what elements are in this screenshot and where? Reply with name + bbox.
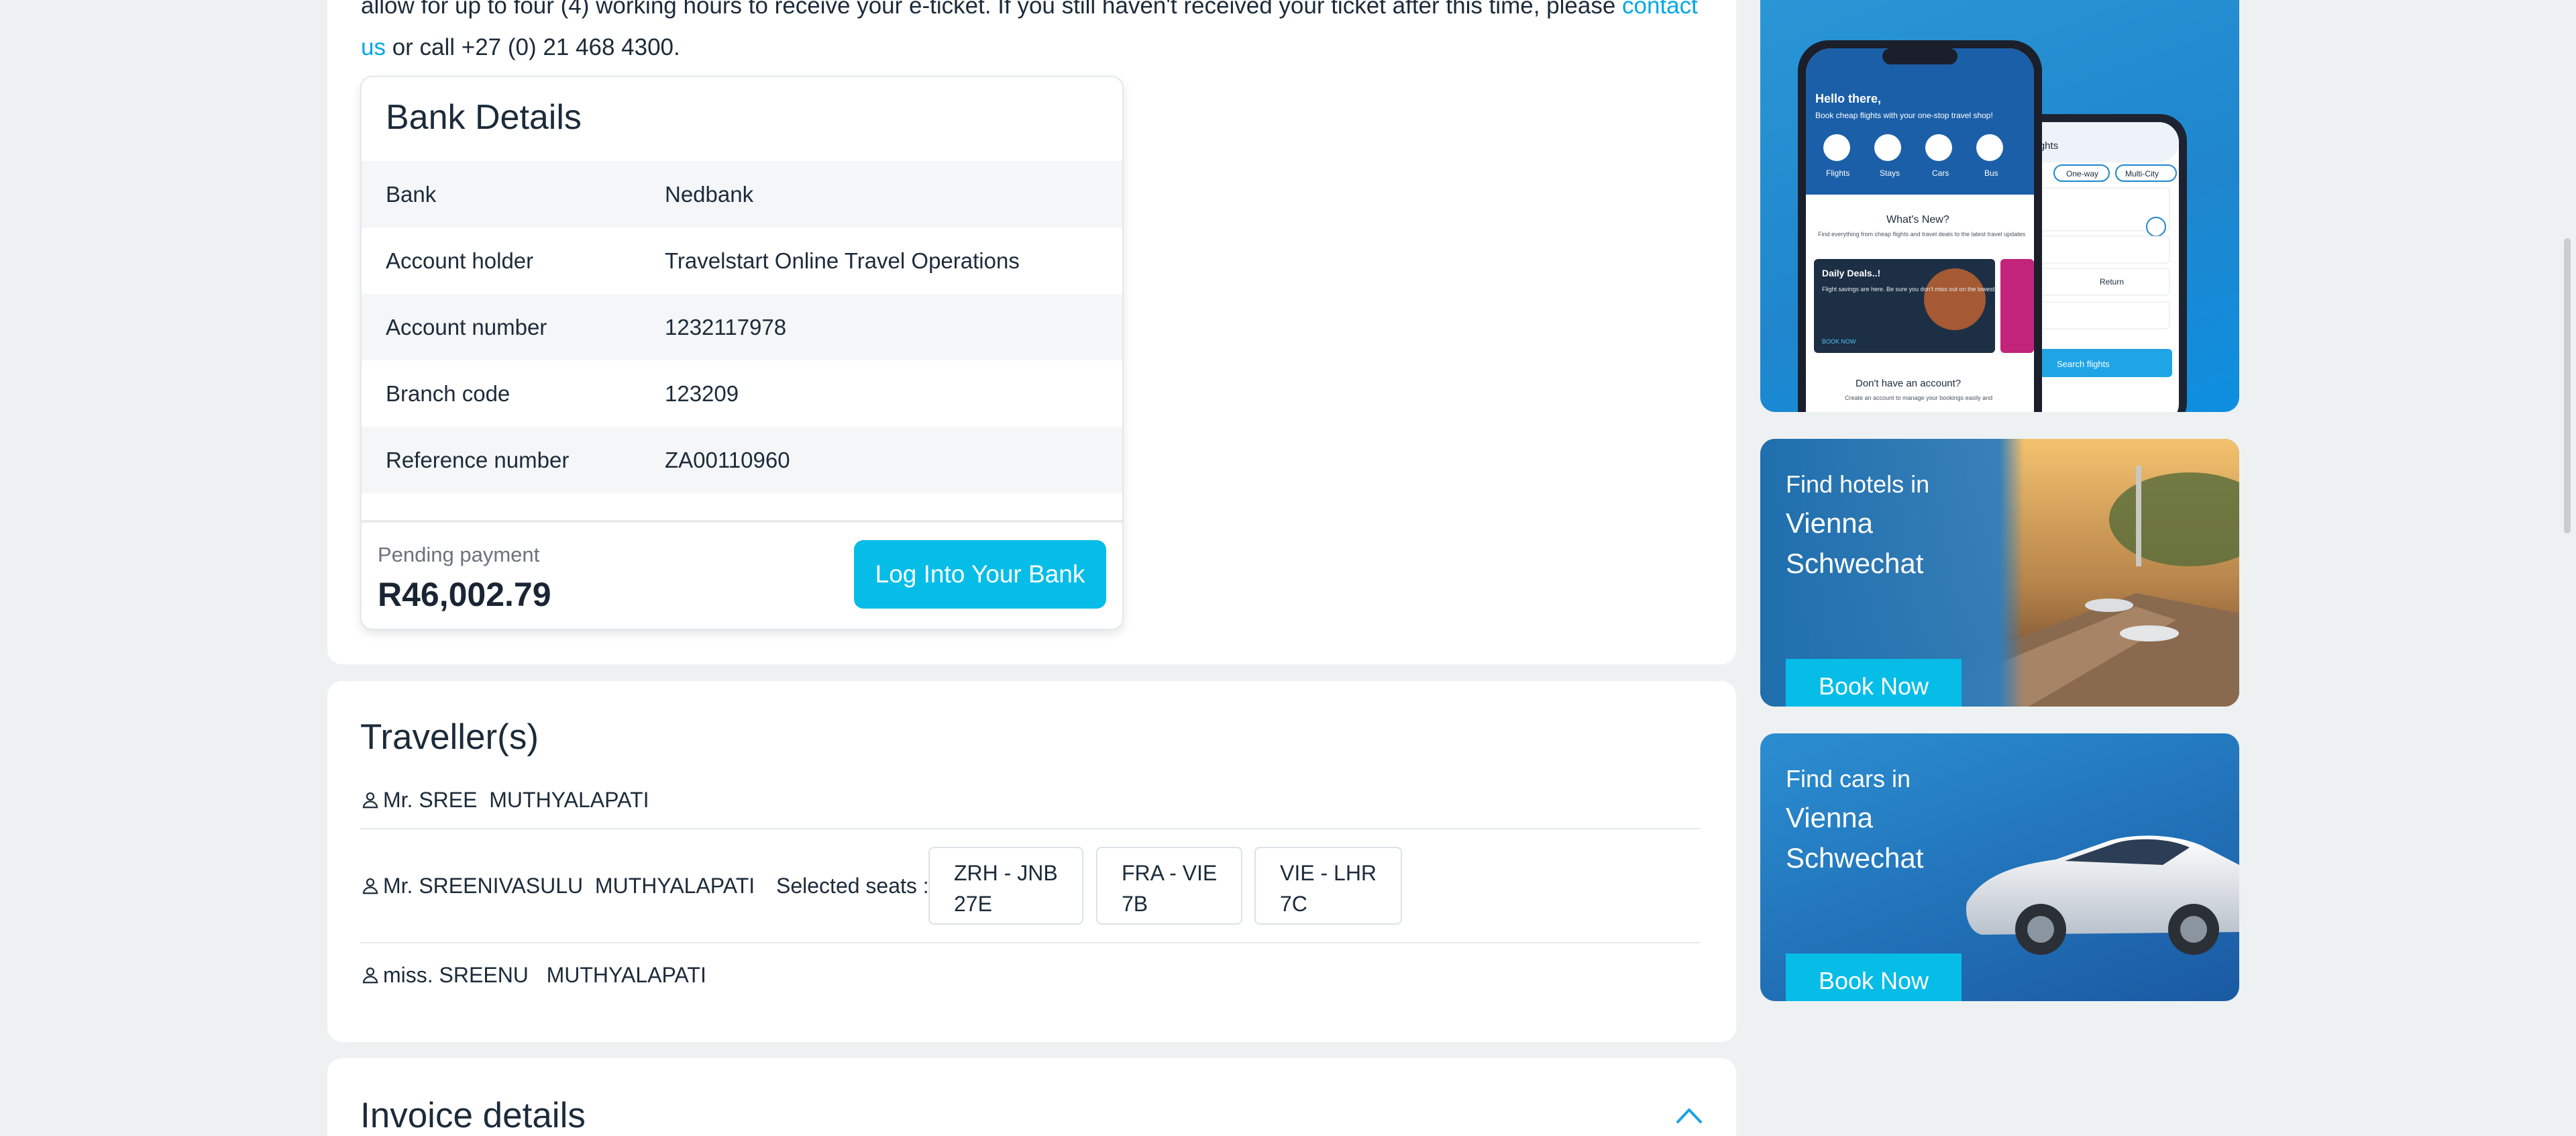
no-account-title: Don't have an account?: [1856, 378, 1961, 389]
traveller-row: Mr. SREE MUTHYALAPATI: [360, 772, 1701, 829]
app-greeting: Hello there,: [1815, 92, 1881, 105]
cars-book-now-button[interactable]: Book Now: [1786, 953, 1962, 1001]
reference-number-row: Reference number ZA00110960: [362, 427, 1122, 493]
branch-code-value: 123209: [665, 380, 739, 406]
bank-details-box: Bank Details Bank Nedbank Account holder…: [360, 76, 1124, 630]
invoice-title[interactable]: Invoice details: [360, 1095, 586, 1136]
bank-label: Bank: [386, 181, 437, 207]
seat-route: FRA - VIE: [1122, 861, 1218, 885]
account-holder-row: Account holder Travelstart Online Travel…: [362, 227, 1122, 294]
scrollbar-thumb[interactable]: [2564, 238, 2571, 533]
seat-box: ZRH - JNB 27E: [928, 847, 1083, 925]
account-number-label: Account number: [386, 314, 547, 340]
scrollbar-track[interactable]: [2557, 0, 2576, 1136]
cars-promo-banner[interactable]: Find cars in Vienna Schwechat Book Now: [1760, 733, 2239, 1001]
return-label: Return: [2100, 277, 2124, 287]
person-icon: [360, 790, 380, 810]
search-flights-button: Search flights: [2057, 359, 2110, 369]
cars-promo-city: Vienna: [1786, 802, 1874, 833]
nav-flights: Flights: [1826, 168, 1849, 178]
seat-route: VIE - LHR: [1280, 861, 1377, 885]
app-promo-banner[interactable]: ch Flights One-way Multi-City Return Sea…: [1760, 0, 2239, 412]
person-icon: [360, 876, 380, 896]
seat-box: FRA - VIE 7B: [1096, 847, 1243, 925]
seat-number: 7C: [1280, 892, 1307, 916]
log-into-bank-button[interactable]: Log Into Your Bank: [854, 540, 1106, 609]
hotels-promo-text: Find hotels in Vienna Schwechat: [1786, 466, 2041, 584]
traveller-row: miss. SREENU MUTHYALAPATI: [360, 946, 1701, 1004]
branch-code-row: Branch code 123209: [362, 360, 1122, 427]
daily-deals-title: Daily Deals..!: [1822, 268, 1880, 278]
hotels-promo-line1: Find hotels in: [1786, 470, 1930, 498]
traveller-row: Mr. SREENIVASULU MUTHYALAPATI Selected s…: [360, 829, 1701, 943]
branch-code-label: Branch code: [386, 380, 511, 406]
notice-text: allow for up to four (4) working hours t…: [361, 0, 1623, 19]
daily-deals-cta: BOOK NOW: [1822, 338, 1856, 345]
seat-number: 7B: [1122, 892, 1148, 916]
selected-seats-label: Selected seats :: [776, 873, 929, 898]
seat-box: VIE - LHR 7C: [1254, 847, 1403, 925]
daily-deals-text: Flight savings are here. Be sure you don…: [1822, 286, 2011, 293]
hotels-promo-area: Schwechat: [1786, 548, 1924, 579]
bank-details-title: Bank Details: [386, 98, 582, 137]
travellers-title: Traveller(s): [360, 717, 539, 757]
whats-new-title: What's New?: [1886, 214, 1949, 225]
eticket-notice: allow for up to four (4) working hours t…: [361, 0, 1709, 68]
pending-payment-amount: R46,002.79: [378, 576, 551, 613]
chevron-up-icon[interactable]: [1675, 1106, 1703, 1125]
bank-value: Nedbank: [665, 181, 754, 207]
traveller-name: Mr. SREENIVASULU MUTHYALAPATI: [383, 873, 755, 898]
account-number-value: 1232117978: [665, 314, 787, 340]
person-icon: [360, 965, 380, 985]
seat-route: ZRH - JNB: [954, 861, 1058, 885]
one-way-label: One-way: [2066, 169, 2098, 178]
hotels-promo-city: Vienna: [1786, 507, 1874, 539]
nav-stays: Stays: [1880, 168, 1900, 178]
cars-promo-area: Schwechat: [1786, 842, 1924, 874]
nav-bus: Bus: [1984, 168, 1998, 178]
reference-number-label: Reference number: [386, 447, 570, 472]
hotels-book-now-button[interactable]: Book Now: [1786, 659, 1962, 707]
notice-phone-text: or call +27 (0) 21 468 4300.: [385, 34, 680, 60]
account-number-row: Account number 1232117978: [362, 294, 1122, 360]
nav-cars: Cars: [1932, 168, 1949, 178]
traveller-name: Mr. SREE MUTHYALAPATI: [383, 787, 649, 812]
cars-promo-text: Find cars in Vienna Schwechat: [1786, 760, 2041, 878]
multi-city-label: Multi-City: [2125, 169, 2159, 178]
seat-number: 27E: [954, 892, 992, 916]
hotels-promo-banner[interactable]: Find hotels in Vienna Schwechat Book Now: [1760, 439, 2239, 707]
no-account-subtitle: Create an account to manage your booking…: [1845, 395, 1992, 401]
whats-new-subtitle: Find everything from cheap flights and t…: [1818, 231, 2026, 238]
account-holder-label: Account holder: [386, 248, 534, 273]
reference-number-value: ZA00110960: [665, 447, 790, 472]
pending-payment-label: Pending payment: [378, 543, 540, 566]
account-holder-value: Travelstart Online Travel Operations: [665, 248, 1020, 273]
cars-promo-line1: Find cars in: [1786, 765, 1911, 792]
app-phones-illustration: ch Flights One-way Multi-City Return Sea…: [1798, 40, 2187, 412]
bank-row: Bank Nedbank: [362, 161, 1122, 227]
traveller-name: miss. SREENU MUTHYALAPATI: [383, 962, 706, 987]
app-subtitle: Book cheap flights with your one-stop tr…: [1815, 111, 1993, 120]
payment-footer: Pending payment R46,002.79 Log Into Your…: [362, 520, 1122, 629]
